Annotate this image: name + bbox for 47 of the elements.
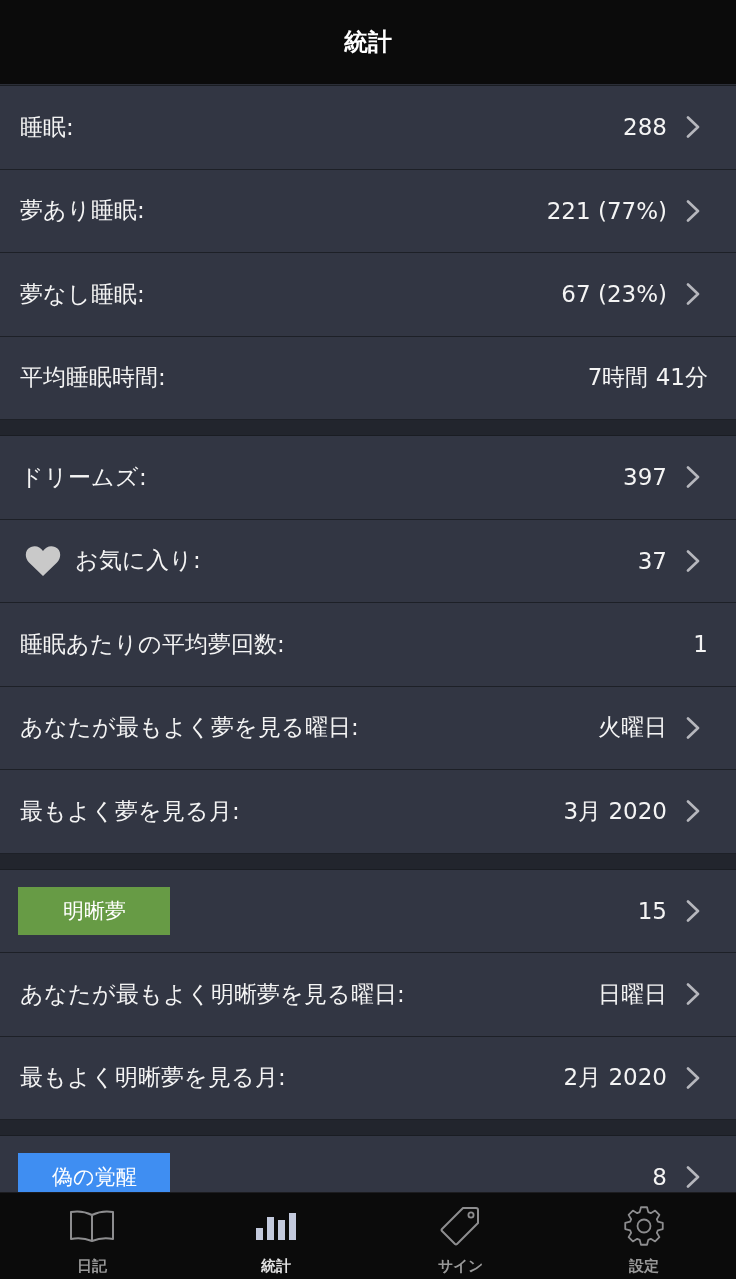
row-label: ドリームズ: — [20, 462, 148, 492]
category-tag: 偽の覚醒 — [18, 1153, 170, 1192]
tag-icon — [440, 1206, 480, 1246]
stat-row[interactable]: 偽の覚醒 8 — [0, 1136, 736, 1192]
stat-row[interactable]: あなたが最もよく夢を見る曜日: 火曜日 — [0, 686, 736, 770]
row-label: 睡眠: — [20, 112, 75, 142]
row-label: 最もよく夢を見る月: — [20, 796, 241, 826]
tab-item[interactable]: サイン — [368, 1193, 552, 1279]
row-value: 日曜日 — [598, 979, 667, 1009]
bar-chart-icon — [256, 1212, 296, 1240]
book-icon — [69, 1210, 115, 1242]
row-value: 8 — [652, 1164, 667, 1191]
row-value: 15 — [637, 897, 667, 924]
stat-row[interactable]: 最もよく明晰夢を見る月: 2月 2020 — [0, 1036, 736, 1120]
stat-row[interactable]: あなたが最もよく明晰夢を見る曜日: 日曜日 — [0, 953, 736, 1037]
row-label: あなたが最もよく夢を見る曜日: — [20, 713, 360, 743]
stat-row[interactable]: ドリームズ: 397 — [0, 436, 736, 520]
category-tag: 明晰夢 — [18, 886, 170, 935]
row-value: 288 — [623, 114, 667, 141]
row-label: あなたが最もよく明晰夢を見る曜日: — [20, 979, 406, 1009]
row-value: 397 — [623, 464, 667, 491]
row-label: 夢なし睡眠: — [20, 279, 146, 309]
row-value: 3月 2020 — [563, 796, 667, 826]
tab-item[interactable]: 統計 — [184, 1193, 368, 1279]
stat-row[interactable]: お気に入り: 37 — [0, 519, 736, 603]
row-label: お気に入り: — [75, 546, 202, 576]
stat-row[interactable]: 夢なし睡眠: 67 (23%) — [0, 253, 736, 337]
row-value: 7時間 41分 — [587, 363, 708, 393]
stat-row[interactable]: 明晰夢 15 — [0, 869, 736, 953]
screen-title: 統計 — [344, 27, 392, 58]
stat-row[interactable]: 最もよく夢を見る月: 3月 2020 — [0, 770, 736, 854]
settings-icon — [624, 1206, 664, 1246]
stat-row[interactable]: 夢あり睡眠: 221 (77%) — [0, 169, 736, 253]
row-value: 火曜日 — [598, 713, 667, 743]
row-label: 睡眠あたりの平均夢回数: — [20, 629, 286, 659]
row-value: 2月 2020 — [563, 1063, 667, 1093]
tab-item[interactable]: 日記 — [0, 1193, 184, 1279]
stat-row[interactable]: 睡眠: 288 — [0, 86, 736, 170]
row-value: 37 — [637, 547, 667, 574]
row-value: 1 — [693, 631, 708, 658]
row-value: 221 (77%) — [546, 197, 667, 224]
row-label: 平均睡眠時間: — [20, 363, 167, 393]
heart-icon — [25, 544, 61, 577]
row-label: 夢あり睡眠: — [20, 196, 146, 226]
row-label: 最もよく明晰夢を見る月: — [20, 1063, 287, 1093]
row-value: 67 (23%) — [561, 281, 667, 308]
tab-item[interactable]: 設定 — [552, 1193, 736, 1279]
